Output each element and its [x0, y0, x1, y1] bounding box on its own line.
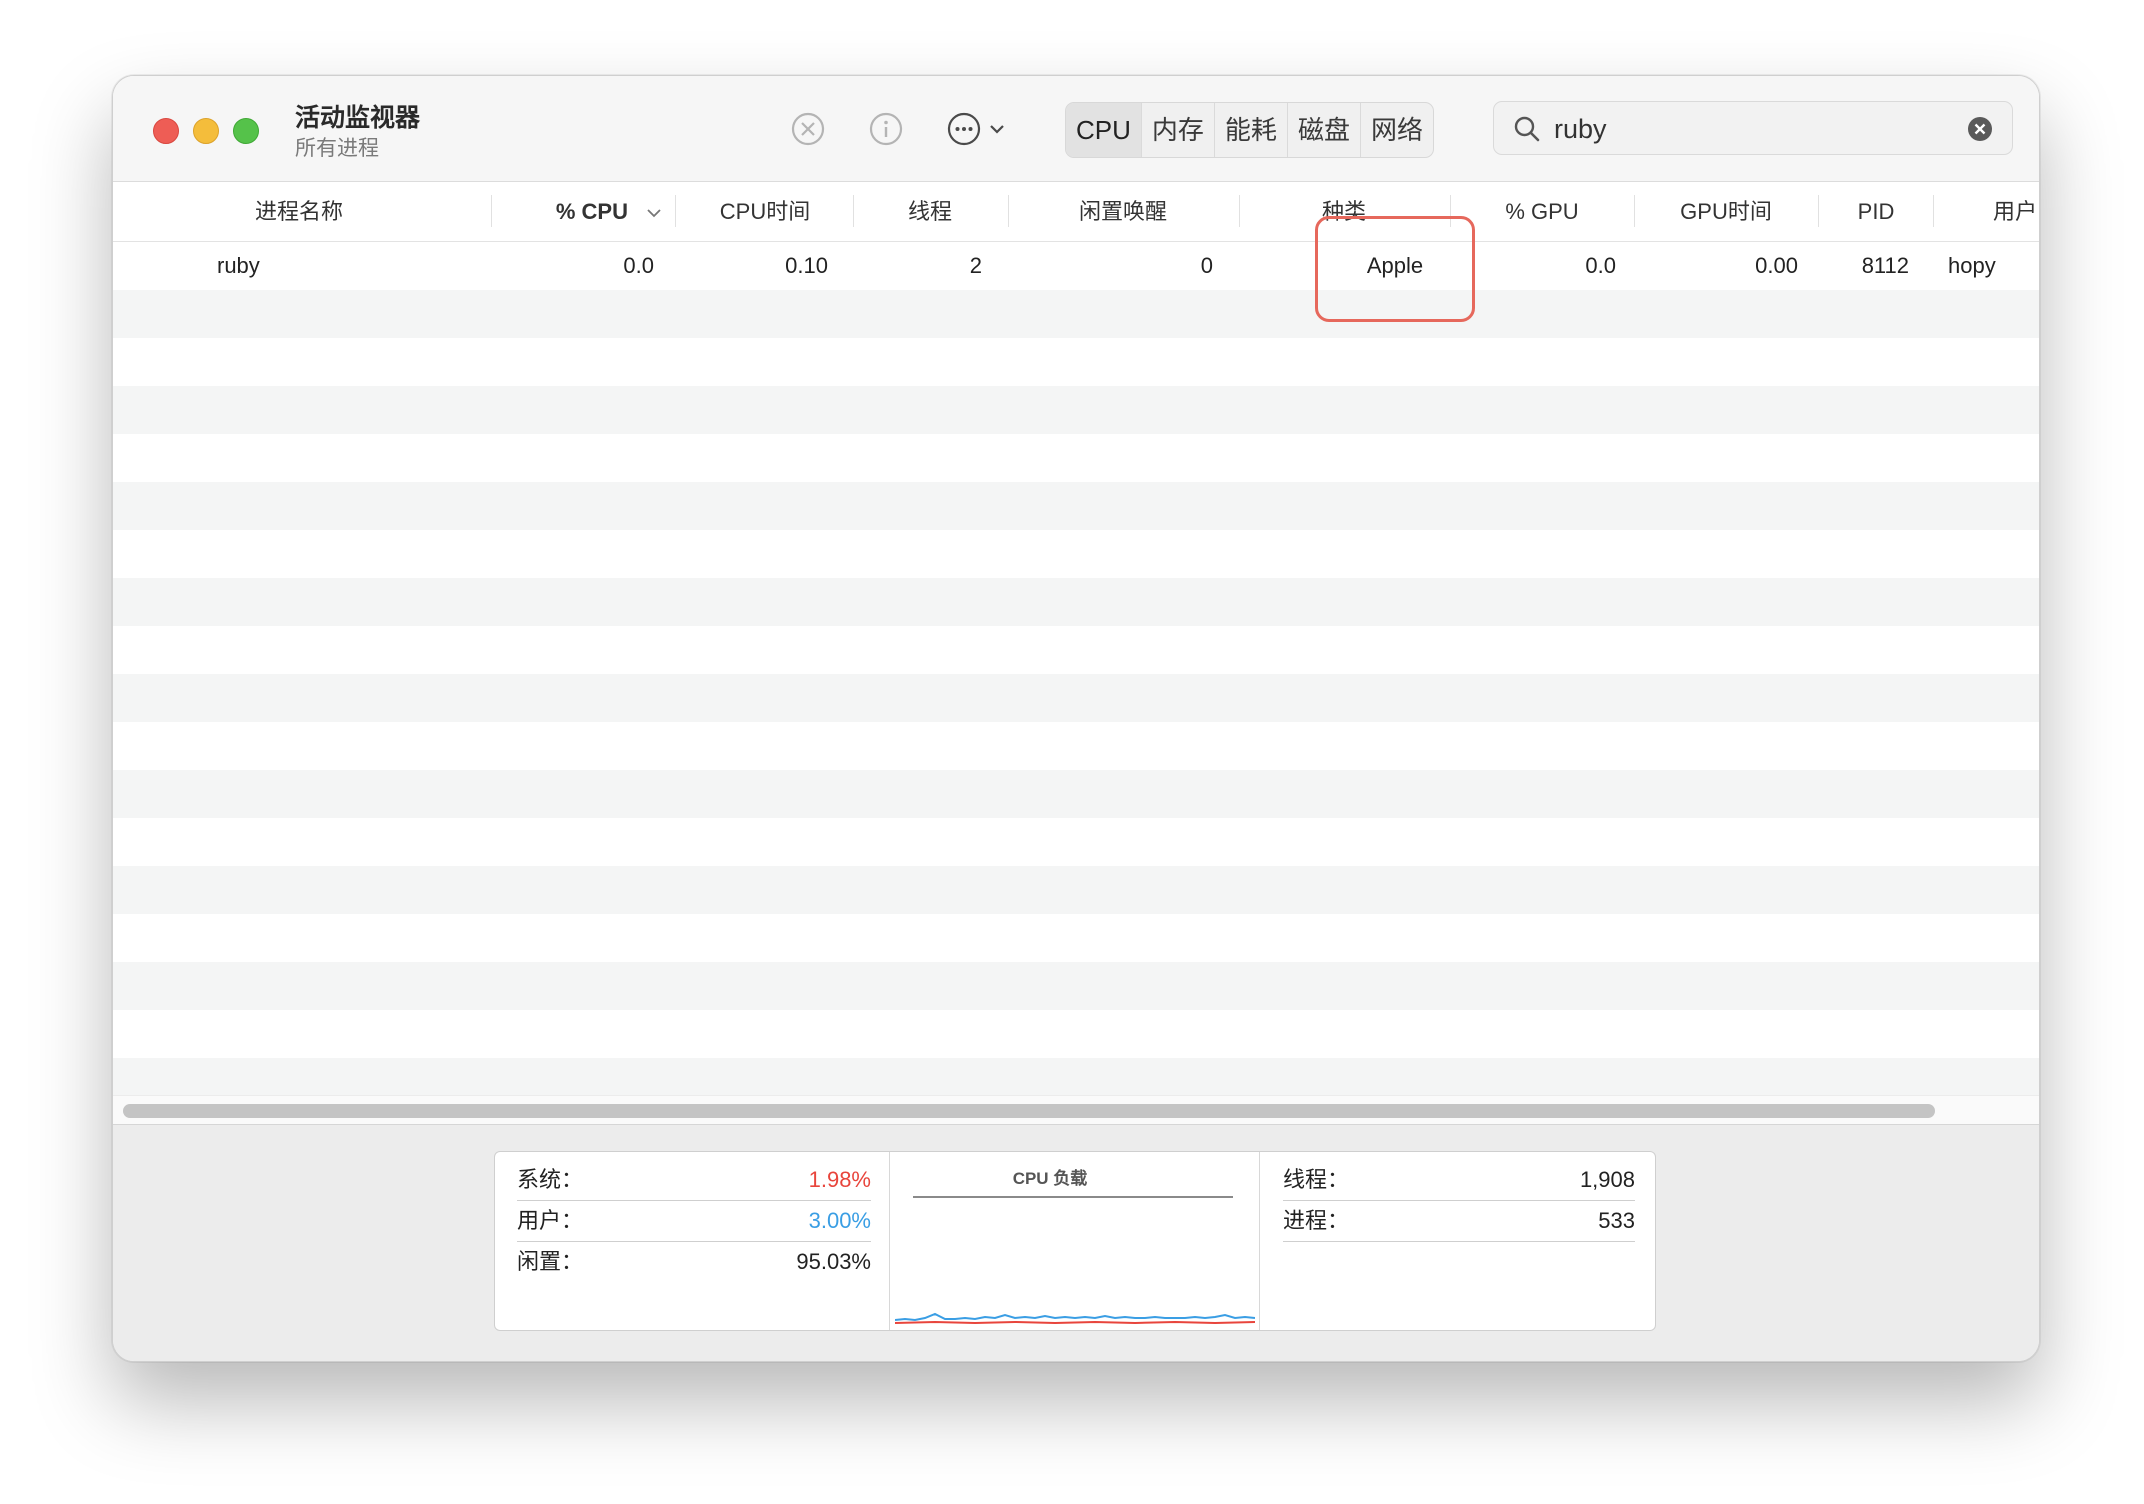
minimize-window-button[interactable]	[193, 118, 219, 144]
stat-value-system: 1.98%	[808, 1167, 871, 1192]
stat-row-processes: 进程： 533	[1283, 1201, 1635, 1242]
stats-box: 系统： 1.98% 用户： 3.00% 闲置： 95.03% CPU 负载 线程…	[494, 1151, 1656, 1331]
column-separator	[1008, 195, 1009, 227]
stat-label-processes: 进程：	[1283, 1208, 1350, 1233]
tab-cpu[interactable]: CPU	[1066, 103, 1142, 157]
cell-idle-wake-ups: 0	[1200, 253, 1213, 278]
stat-value-threads: 1,908	[1579, 1167, 1635, 1192]
cell-cpu-time: 0.10	[785, 253, 828, 278]
cell-user: hopy	[1948, 253, 1996, 278]
stat-value-idle: 95.03%	[796, 1249, 871, 1274]
list-item	[113, 770, 2039, 818]
process-table: ruby 0.0 0.10 2 0 Apple 0.0 0.00 8112 ho…	[113, 242, 2039, 1135]
search-field[interactable]: ruby	[1493, 101, 2013, 155]
cell-pid: 8112	[1861, 253, 1909, 278]
cell-gpu-percent: 0.0	[1585, 253, 1616, 278]
stat-value-user: 3.00%	[808, 1208, 871, 1233]
tab-memory[interactable]: 内存	[1142, 103, 1215, 157]
titlebar: 活动监视器 所有进程 CPU 内存 能耗 磁盘 网络 ruby	[113, 76, 2039, 182]
sort-chevron-icon[interactable]	[640, 182, 668, 241]
tab-disk[interactable]: 磁盘	[1288, 103, 1361, 157]
list-item	[113, 386, 2039, 434]
tab-network[interactable]: 网络	[1361, 103, 1433, 157]
column-header-process-name[interactable]: 进程名称	[113, 182, 485, 241]
column-header-gpu-percent[interactable]: % GPU	[1452, 182, 1632, 241]
cpu-load-graph	[895, 1312, 1255, 1325]
table-header: 进程名称 % CPU CPU时间 线程 闲置唤醒 种类 % GPU GPU时间 …	[113, 182, 2039, 242]
zoom-window-button[interactable]	[233, 118, 259, 144]
stat-label-system: 系统：	[517, 1167, 584, 1192]
table-row[interactable]: ruby 0.0 0.10 2 0 Apple 0.0 0.00 8112 ho…	[113, 242, 2039, 290]
cell-cpu-percent: 0.0	[623, 253, 654, 278]
list-item	[113, 578, 2039, 626]
app-title: 活动监视器	[295, 104, 421, 132]
cpu-summary-panel: 系统： 1.98% 用户： 3.00% 闲置： 95.03% CPU 负载 线程…	[113, 1124, 2039, 1361]
stat-row-user: 用户： 3.00%	[517, 1201, 871, 1242]
column-separator	[1933, 195, 1934, 227]
clear-search-icon[interactable]	[1966, 115, 1994, 143]
more-actions-icon[interactable]	[945, 110, 983, 148]
stat-value-processes: 533	[1598, 1208, 1635, 1233]
cell-gpu-time: 0.00	[1755, 253, 1798, 278]
column-header-pid[interactable]: PID	[1820, 182, 1932, 241]
search-input[interactable]: ruby	[1554, 114, 1607, 144]
horizontal-scrollbar[interactable]	[113, 1095, 2039, 1124]
close-window-button[interactable]	[153, 118, 179, 144]
view-tabs: CPU 内存 能耗 磁盘 网络	[1065, 102, 1434, 158]
list-item	[113, 674, 2039, 722]
chevron-down-icon[interactable]	[985, 110, 1009, 148]
stat-label-idle: 闲置：	[517, 1249, 584, 1274]
chart-divider	[913, 1196, 1233, 1198]
list-item	[113, 290, 2039, 338]
cell-threads: 2	[969, 253, 982, 278]
column-header-cpu-percent[interactable]: % CPU	[498, 182, 628, 241]
stat-row-idle: 闲置： 95.03%	[517, 1242, 871, 1282]
column-separator	[1634, 195, 1635, 227]
cell-process-name: ruby	[217, 253, 260, 278]
stat-label-threads: 线程：	[1283, 1167, 1350, 1192]
column-header-threads[interactable]: 线程	[855, 182, 1005, 241]
stop-process-icon[interactable]	[789, 110, 827, 148]
column-separator	[853, 195, 854, 227]
column-separator	[491, 195, 492, 227]
activity-monitor-window: 活动监视器 所有进程 CPU 内存 能耗 磁盘 网络 ruby 进程名称 % C…	[112, 75, 2040, 1362]
stat-label-user: 用户：	[517, 1208, 584, 1233]
column-header-user[interactable]: 用户	[1993, 182, 2039, 241]
view-subtitle[interactable]: 所有进程	[295, 132, 379, 162]
list-item	[113, 962, 2039, 1010]
highlight-annotation	[1315, 216, 1475, 322]
column-header-gpu-time[interactable]: GPU时间	[1636, 182, 1816, 241]
stat-row-threads: 线程： 1,908	[1283, 1160, 1635, 1201]
column-separator	[1239, 195, 1240, 227]
scrollbar-thumb[interactable]	[123, 1104, 1935, 1118]
column-header-cpu-time[interactable]: CPU时间	[680, 182, 850, 241]
tab-energy[interactable]: 能耗	[1215, 103, 1288, 157]
column-separator	[1818, 195, 1819, 227]
stat-row-system: 系统： 1.98%	[517, 1160, 871, 1201]
column-header-idle-wake-ups[interactable]: 闲置唤醒	[1010, 182, 1236, 241]
search-icon	[1512, 114, 1542, 149]
list-item	[113, 866, 2039, 914]
list-item	[113, 482, 2039, 530]
panel-divider	[1259, 1152, 1260, 1330]
info-icon[interactable]	[867, 110, 905, 148]
column-separator	[675, 195, 676, 227]
cpu-load-chart-title: CPU 负载	[1012, 1169, 1088, 1188]
